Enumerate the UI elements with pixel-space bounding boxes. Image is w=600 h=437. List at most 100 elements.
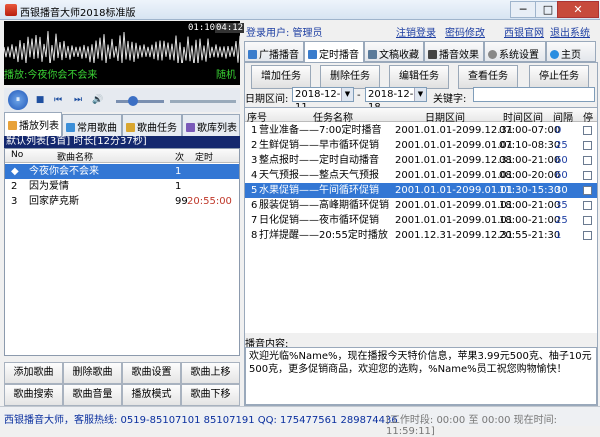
playlist-buttons: 添加歌曲 删除歌曲 歌曲设置 歌曲上移 歌曲搜索 歌曲音量 播放模式 歌曲下移 bbox=[4, 362, 240, 406]
stop-checkbox[interactable] bbox=[583, 216, 592, 225]
now-playing-bar: 播放:今夜你会不会来 随机 bbox=[4, 63, 240, 81]
edit-task-button[interactable]: 编辑任务 bbox=[389, 65, 449, 89]
song-volume-button[interactable]: 歌曲音量 bbox=[63, 384, 122, 406]
task-row[interactable]: 6 服装促销——高峰期循环促销 2001.01.01-2099.01.01 18:00… bbox=[245, 198, 597, 213]
col-time: 定时 bbox=[195, 153, 214, 163]
status-bar: 西银播音大师，客服热线: 0519-85107101 85107191 QQ: … bbox=[0, 406, 600, 437]
tab-song-tasks[interactable]: 歌曲任务 bbox=[122, 114, 182, 136]
work-time-text: [工作时段: 00:00 至 00:00 现在时间: 11:59:11] bbox=[386, 415, 557, 437]
time-total: 04:12 bbox=[215, 23, 245, 33]
close-button[interactable]: ✕ bbox=[557, 1, 599, 18]
stop-checkbox[interactable] bbox=[583, 201, 592, 210]
task-icon bbox=[126, 123, 135, 132]
tab-scheduled[interactable]: 定时播音 bbox=[304, 41, 364, 62]
dropdown-arrow-icon: ▼ bbox=[341, 88, 353, 101]
tab-home[interactable]: 主页 bbox=[546, 41, 596, 62]
progress-slider[interactable] bbox=[170, 100, 236, 103]
playlist-header: No 歌曲名称 次 定时 bbox=[5, 149, 239, 163]
effects-icon bbox=[428, 50, 437, 59]
document-icon bbox=[368, 50, 377, 59]
main-tabs: 广播播音 定时播音 文稿收藏 播音效果 系统设置 主页 bbox=[244, 41, 598, 63]
col-count: 次 bbox=[175, 153, 185, 163]
prev-button[interactable]: ⏮ bbox=[50, 92, 66, 108]
playlist-row[interactable]: ◆ 今夜你会不会来 1 bbox=[5, 164, 239, 179]
keyword-input[interactable] bbox=[473, 87, 595, 102]
pause-button[interactable]: ⏸ bbox=[8, 90, 28, 110]
task-row[interactable]: 5 水果促销——午间循环促销 2001.01.01-2099.01.01 11:30-… bbox=[245, 183, 597, 198]
col-no: No bbox=[11, 150, 24, 160]
gear-icon bbox=[488, 50, 497, 59]
stop-checkbox[interactable] bbox=[583, 126, 592, 135]
delete-task-button[interactable]: 删除任务 bbox=[320, 65, 380, 89]
task-row[interactable]: 8 打烊提醒——20:55定时播放 2001.12.31-2099.12.31 20:… bbox=[245, 228, 597, 243]
minimize-button[interactable]: ─ bbox=[510, 1, 536, 18]
hotline-text: 西银播音大师，客服热线: 0519-85107101 85107191 QQ: … bbox=[4, 415, 398, 426]
date-separator: - bbox=[357, 90, 361, 101]
stop-checkbox[interactable] bbox=[583, 231, 592, 240]
stop-checkbox[interactable] bbox=[583, 141, 592, 150]
stop-checkbox[interactable] bbox=[583, 186, 592, 195]
music-icon bbox=[66, 123, 75, 132]
website-link[interactable]: 西银官网 bbox=[504, 24, 544, 39]
add-task-button[interactable]: 增加任务 bbox=[251, 65, 311, 89]
volume-slider[interactable] bbox=[116, 100, 164, 103]
date-range-label: 日期区间: bbox=[245, 94, 289, 105]
task-table-header: 序号 任务名称 日期区间 时间区间 间隔 停 bbox=[245, 108, 597, 124]
stop-checkbox[interactable] bbox=[583, 156, 592, 165]
clock-icon bbox=[308, 50, 317, 59]
move-up-button[interactable]: 歌曲上移 bbox=[181, 362, 240, 384]
title-bar: 西银播音大师2018标准版 ─ □ ✕ bbox=[0, 0, 600, 20]
task-row[interactable]: 2 生鲜促销——早市循环促销 2001.01.01-2099.01.01 07:10-… bbox=[245, 138, 597, 153]
playlist-row[interactable]: 3 回家萨克斯 99 20:55:00 bbox=[5, 194, 239, 209]
playlist: No 歌曲名称 次 定时 ◆ 今夜你会不会来 1 2 因为爱情 1 3 回家萨克… bbox=[4, 148, 240, 356]
tab-common-songs[interactable]: 常用歌曲 bbox=[62, 114, 122, 136]
task-row[interactable]: 1 营业准备——7:00定时播音 2001.01.01-2099.12.31 07:0… bbox=[245, 123, 597, 138]
tab-system-settings[interactable]: 系统设置 bbox=[484, 41, 546, 62]
move-down-button[interactable]: 歌曲下移 bbox=[181, 384, 240, 406]
tab-library[interactable]: 歌库列表 bbox=[182, 114, 240, 136]
scheduled-panel: 增加任务 删除任务 编辑任务 查看任务 停止任务 日期区间: 2018-12-1… bbox=[244, 62, 598, 406]
col-name: 歌曲名称 bbox=[57, 153, 94, 163]
window-title: 西银播音大师2018标准版 bbox=[20, 8, 136, 19]
tab-documents[interactable]: 文稿收藏 bbox=[364, 41, 424, 62]
dropdown-arrow-icon: ▼ bbox=[414, 88, 426, 101]
volume-knob[interactable] bbox=[128, 96, 138, 106]
player-controls: ⏸ ■ ⏮ ⏭ 🔊 bbox=[4, 88, 240, 112]
time-elapsed: 01:10 bbox=[188, 23, 216, 33]
tab-playlist[interactable]: 播放列表 bbox=[4, 112, 62, 136]
library-icon bbox=[186, 123, 195, 132]
task-row[interactable]: 4 天气预报——整点天气预报 2001.01.01-2099.01.01 08:00-… bbox=[245, 168, 597, 183]
left-tabs: 播放列表 常用歌曲 歌曲任务 歌库列表 bbox=[4, 112, 240, 136]
next-button[interactable]: ⏭ bbox=[70, 92, 86, 108]
content-text[interactable]: 欢迎光临%Name%，现在播报今天特价信息，苹果3.99元500克、柚子10元5… bbox=[245, 347, 597, 405]
logout-link[interactable]: 注销登录 bbox=[396, 24, 436, 39]
search-song-button[interactable]: 歌曲搜索 bbox=[4, 384, 63, 406]
stop-task-button[interactable]: 停止任务 bbox=[529, 65, 589, 89]
keyword-label: 关键字: bbox=[433, 94, 467, 105]
task-row[interactable]: 3 整点报时——定时自动播音 2001.01.01-2099.12.31 08:00-… bbox=[245, 153, 597, 168]
play-mode: 随机 bbox=[216, 70, 236, 81]
now-playing: 播放:今夜你会不会来 bbox=[4, 70, 98, 81]
playlist-info: 默认列表[3首] 时长[12分37秒] bbox=[4, 136, 240, 148]
login-user: 登录用户: 管理员 bbox=[246, 28, 323, 39]
stop-checkbox[interactable] bbox=[583, 171, 592, 180]
add-song-button[interactable]: 添加歌曲 bbox=[4, 362, 63, 384]
playlist-row[interactable]: 2 因为爱情 1 bbox=[5, 179, 239, 194]
song-settings-button[interactable]: 歌曲设置 bbox=[122, 362, 181, 384]
exit-link[interactable]: 退出系统 bbox=[550, 24, 590, 39]
app-icon bbox=[5, 4, 17, 16]
task-row[interactable]: 7 日化促销——夜市循环促销 2001.01.01-2099.01.01 18:00-… bbox=[245, 213, 597, 228]
play-mode-button[interactable]: 播放模式 bbox=[122, 384, 181, 406]
broadcast-icon bbox=[248, 50, 257, 59]
home-icon bbox=[550, 50, 559, 59]
volume-icon[interactable]: 🔊 bbox=[90, 92, 106, 108]
change-password-link[interactable]: 密码修改 bbox=[445, 24, 485, 39]
stop-button[interactable]: ■ bbox=[32, 92, 48, 108]
delete-song-button[interactable]: 删除歌曲 bbox=[63, 362, 122, 384]
tab-broadcast[interactable]: 广播播音 bbox=[244, 41, 304, 62]
tab-effects[interactable]: 播音效果 bbox=[424, 41, 484, 62]
playlist-icon bbox=[8, 121, 17, 130]
date-to-picker[interactable]: 2018-12-18▼ bbox=[365, 87, 427, 113]
view-task-button[interactable]: 查看任务 bbox=[458, 65, 518, 89]
date-from-picker[interactable]: 2018-12-11▼ bbox=[292, 87, 354, 113]
